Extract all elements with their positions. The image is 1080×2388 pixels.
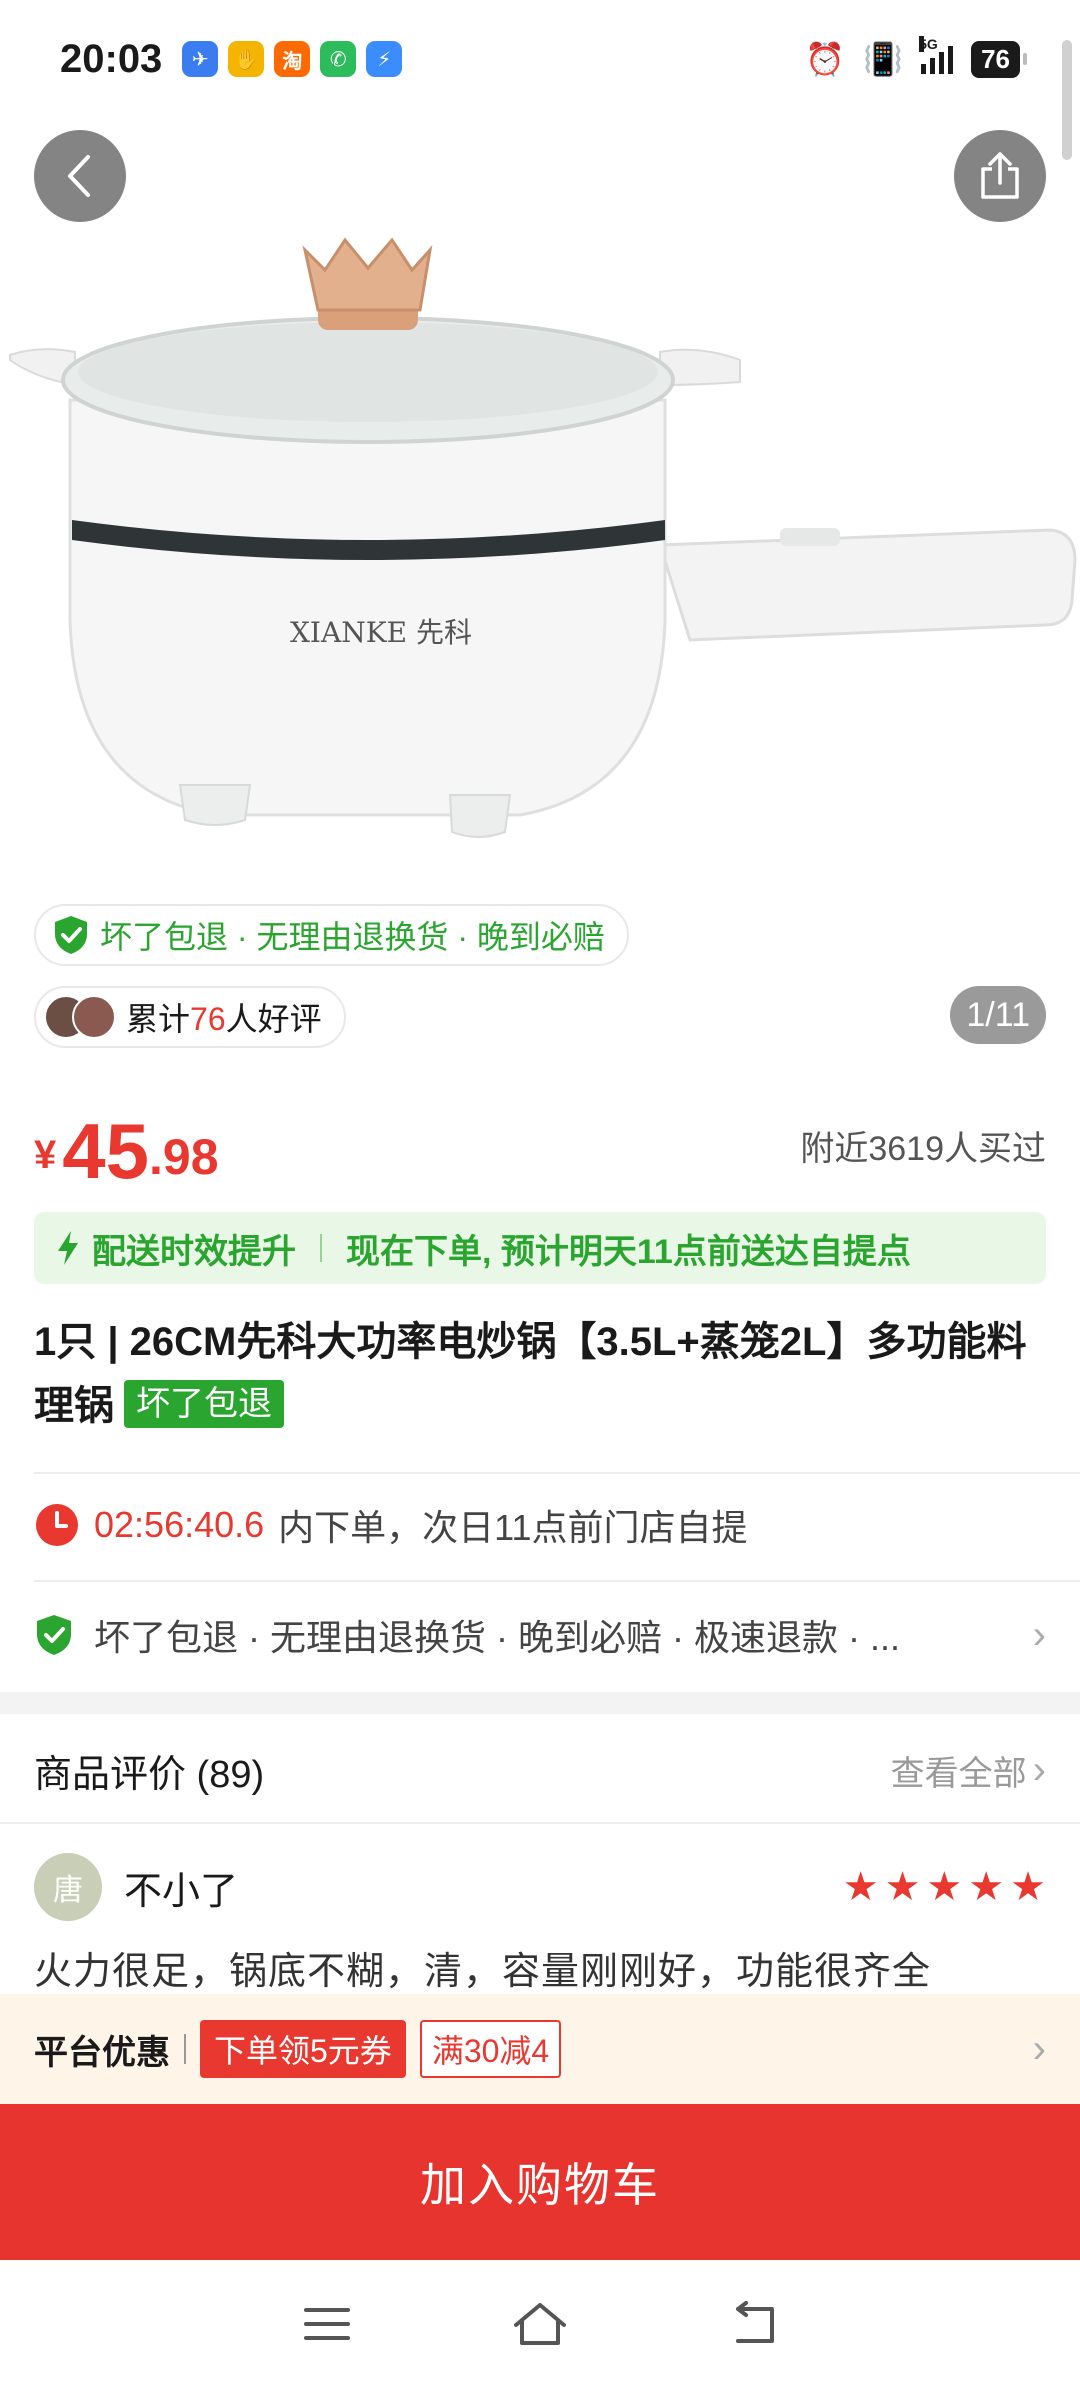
guarantee-text: 坏了包退 · 无理由退换货 · 晚到必赔 [100, 919, 605, 955]
lightning-icon [58, 1231, 78, 1265]
back-icon [736, 2301, 775, 2343]
image-page-indicator: 1/11 [950, 986, 1046, 1044]
reviewer-avatar: 唐 [34, 1853, 102, 1921]
share-button[interactable] [954, 130, 1046, 222]
product-image: XIANKE 先科 [9, 237, 1077, 838]
share-icon [981, 152, 1019, 199]
clock-icon [36, 1504, 78, 1546]
service-text: 坏了包退 · 无理由退换货 · 晚到必赔 · 极速退款 · ... [94, 1617, 900, 1658]
guarantee-pill[interactable]: 坏了包退 · 无理由退换货 · 晚到必赔 [34, 904, 629, 966]
promo-label: 平台优惠 [34, 2033, 170, 2072]
delivery-banner: 配送时效提升 现在下单, 预计明天11点前送达自提点 [34, 1212, 1046, 1284]
status-time: 20:03 [60, 36, 163, 81]
price-integer: 45 [62, 1107, 150, 1195]
back-nav-button[interactable] [713, 2284, 793, 2364]
reviewer-name: 不小了 [124, 1870, 239, 1913]
view-all-reviews-link[interactable]: 查看全部 › [891, 1746, 1046, 1795]
divider [34, 1472, 1080, 1474]
home-nav-button[interactable] [500, 2284, 580, 2364]
wallet-app-icon: ✋ [228, 41, 265, 77]
product-brand-text: XIANKE 先科 [290, 616, 472, 649]
chevron-left-icon [68, 155, 90, 197]
signal-icon: 5G [919, 36, 954, 74]
delivery-message: 现在下单, 预计明天11点前送达自提点 [346, 1232, 911, 1271]
price-decimal: .98 [149, 1129, 219, 1185]
system-nav-bar [0, 2260, 1080, 2388]
platform-promo-bar[interactable]: 平台优惠 下单领5元券 满30减4 › [0, 1994, 1080, 2104]
review-text: 火力很足，锅底不糊，清，容量刚刚好，功能很齐全 [34, 1951, 932, 1993]
alarm-icon: ⏰ [805, 41, 846, 77]
section-gap [0, 1692, 1080, 1714]
reviews-heading: 商品评价 (89) [34, 1753, 265, 1796]
divider [184, 2034, 186, 2064]
rating-count: 76 [190, 1001, 226, 1037]
return-badge: 坏了包退 [124, 1380, 284, 1428]
pickup-message: 内下单，次日11点前门店自提 [278, 1507, 748, 1548]
star-icon: ★ [968, 1865, 1005, 1909]
menu-nav-button[interactable] [287, 2284, 367, 2364]
countdown-timer: 02:56:40.6 [94, 1504, 265, 1545]
star-rating: ★ ★ ★ ★ ★ [843, 1864, 1046, 1910]
price-row: ¥ 45 .98 附近3619人买过 [34, 1100, 1046, 1190]
star-icon: ★ [884, 1865, 921, 1909]
view-all-label: 查看全部 [890, 1754, 1027, 1793]
review-item[interactable]: 唐 不小了 ★ ★ ★ ★ ★ [34, 1852, 1046, 1922]
avatar [72, 995, 116, 1039]
add-to-cart-button[interactable]: 加入购物车 [0, 2104, 1080, 2260]
pickup-timer-row: 02:56:40.6 内下单，次日11点前门店自提 [34, 1490, 748, 1560]
battery-indicator: 76 [971, 40, 1027, 78]
product-image-carousel[interactable]: XIANKE 先科 [0, 0, 1080, 880]
currency-symbol: ¥ [34, 1133, 57, 1177]
rating-summary: 累计76人好评 [126, 1001, 322, 1037]
back-button[interactable] [34, 130, 126, 222]
shield-check-icon [55, 916, 87, 954]
reviewer-avatars [44, 995, 116, 1039]
network-type: 5G [919, 36, 938, 52]
delivery-label: 配送时效提升 [92, 1232, 296, 1271]
status-bar: 20:03 ✈ ✋ 淘 ✆ ⚡ ⏰ 📳 5G 76 [0, 0, 1080, 118]
rating-pill[interactable]: 累计76人好评 [34, 986, 346, 1048]
flash-app-icon: ⚡ [366, 41, 403, 77]
taobao-app-icon: 淘 [274, 41, 311, 77]
chevron-right-icon: › [1032, 1747, 1046, 1792]
shield-check-icon [37, 1615, 71, 1655]
vibrate-icon: 📳 [863, 41, 904, 77]
star-icon: ★ [1010, 1865, 1046, 1909]
chevron-right-icon: › [1032, 2026, 1046, 2071]
star-icon: ★ [842, 1865, 879, 1909]
phone-app-icon: ✆ [320, 41, 357, 77]
discount-badge: 满30减4 [419, 2020, 562, 2078]
reviews-header: 商品评价 (89) 查看全部 › [34, 1740, 1046, 1800]
chevron-right-icon: › [1032, 1612, 1046, 1657]
product-title: 1只 | 26CM先科大功率电炒锅【3.5L+蒸笼2L】多功能料理锅 坏了包退 [34, 1310, 1046, 1438]
coupon-badge: 下单领5元券 [200, 2020, 406, 2078]
notification-icons: ✈ ✋ 淘 ✆ ⚡ [182, 41, 403, 77]
divider [320, 1234, 322, 1262]
menu-icon [303, 2308, 350, 2340]
browser-app-icon: ✈ [182, 41, 219, 77]
nearby-sold-count: 附近3619人买过 [800, 1130, 1046, 1168]
divider [34, 1580, 1080, 1582]
service-guarantee-row[interactable]: 坏了包退 · 无理由退换货 · 晚到必赔 · 极速退款 · ... › [34, 1600, 1046, 1670]
divider [0, 1822, 1080, 1824]
home-icon [513, 2303, 566, 2345]
star-icon: ★ [926, 1865, 963, 1909]
